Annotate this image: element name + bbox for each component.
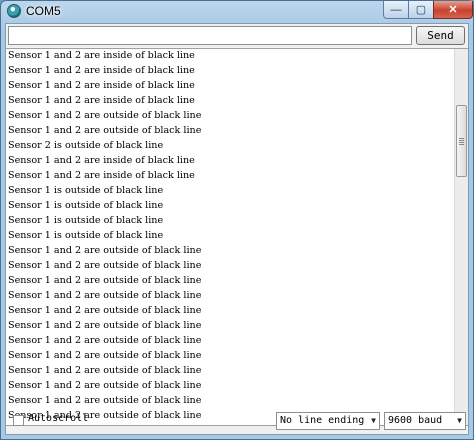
autoscroll-label[interactable]: Autoscroll — [28, 413, 88, 424]
window-title: COM5 — [26, 4, 61, 18]
vertical-scrollbar[interactable] — [454, 49, 468, 425]
scrollbar-thumb[interactable] — [456, 105, 467, 177]
baud-rate-select[interactable]: 9600 baud ▼ — [384, 412, 466, 430]
serial-line: Sensor 1 and 2 are outside of black line — [8, 275, 202, 286]
serial-line: Sensor 1 and 2 are outside of black line — [8, 335, 202, 346]
chevron-down-icon: ▼ — [457, 416, 462, 425]
serial-line: Sensor 1 and 2 are outside of black line — [8, 350, 202, 361]
serial-line: Sensor 1 and 2 are outside of black line — [8, 125, 202, 136]
send-button[interactable]: Send — [416, 26, 465, 45]
serial-line: Sensor 1 is outside of black line — [8, 215, 164, 226]
line-ending-select[interactable]: No line ending ▼ — [276, 412, 380, 430]
autoscroll-checkbox[interactable] — [13, 415, 24, 426]
close-button[interactable]: ✕ — [433, 1, 473, 19]
serial-line: Sensor 1 and 2 are inside of black line — [8, 50, 195, 61]
minimize-button[interactable]: — — [383, 1, 409, 19]
serial-line: Sensor 1 and 2 are inside of black line — [8, 65, 195, 76]
serial-output[interactable]: Sensor 1 and 2 are inside of black line S… — [6, 48, 468, 426]
serial-line: Sensor 1 and 2 are outside of black line — [8, 290, 202, 301]
send-input[interactable] — [8, 26, 412, 45]
serial-line: Sensor 1 is outside of black line — [8, 200, 164, 211]
serial-line: Sensor 1 and 2 are inside of black line — [8, 170, 195, 181]
line-ending-value: No line ending — [280, 415, 365, 426]
serial-line: Sensor 1 and 2 are outside of black line — [8, 260, 202, 271]
maximize-button[interactable]: ▢ — [408, 1, 434, 19]
serial-line: Sensor 1 and 2 are inside of black line — [8, 155, 195, 166]
serial-line: Sensor 1 and 2 are outside of black line — [8, 365, 202, 376]
serial-line: Sensor 1 and 2 are outside of black line — [8, 305, 202, 316]
baud-rate-value: 9600 baud — [388, 415, 443, 426]
serial-monitor-client: Send Sensor 1 and 2 are inside of black … — [5, 23, 469, 435]
serial-line: Sensor 1 and 2 are outside of black line — [8, 395, 202, 406]
serial-line: Sensor 1 and 2 are outside of black line — [8, 110, 202, 121]
bottom-bar: Autoscroll No line ending ▼ 9600 baud ▼ — [6, 408, 468, 434]
serial-line: Sensor 1 and 2 are outside of black line — [8, 320, 202, 331]
serial-line: Sensor 1 and 2 are inside of black line — [8, 95, 195, 106]
serial-line: Sensor 1 and 2 are inside of black line — [8, 80, 195, 91]
serial-monitor-window: COM5 — ▢ ✕ Send Sensor 1 and 2 are insid… — [0, 0, 474, 440]
serial-line: Sensor 1 is outside of black line — [8, 230, 164, 241]
title-bar[interactable]: COM5 — ▢ ✕ — [1, 1, 473, 23]
serial-line: Sensor 1 is outside of black line — [8, 185, 164, 196]
serial-line: Sensor 1 and 2 are outside of black line — [8, 245, 202, 256]
arduino-app-icon — [7, 4, 21, 18]
chevron-down-icon: ▼ — [371, 416, 376, 425]
serial-line: Sensor 2 is outside of black line — [8, 140, 164, 151]
serial-line: Sensor 1 and 2 are outside of black line — [8, 380, 202, 391]
serial-output-lines: Sensor 1 and 2 are inside of black line S… — [8, 49, 452, 423]
